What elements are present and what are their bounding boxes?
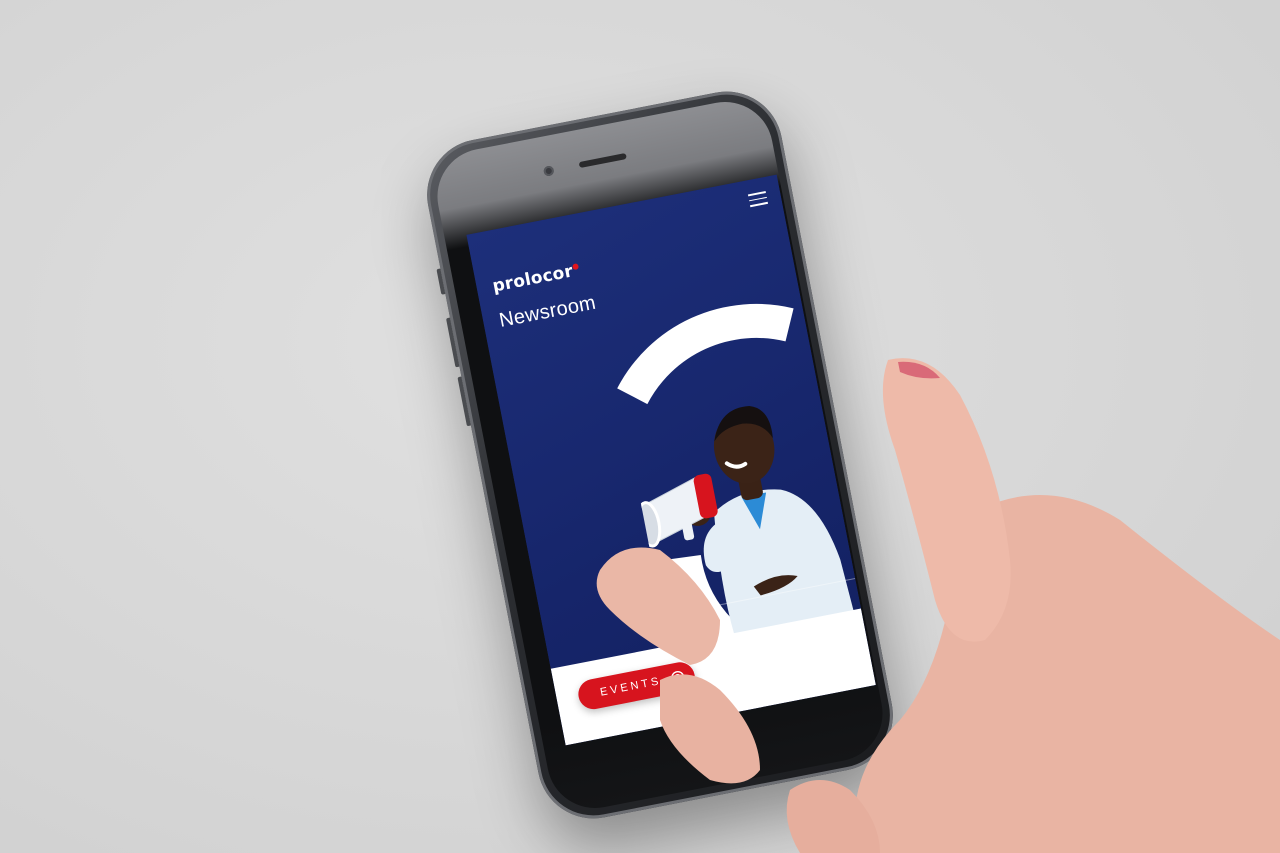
smartphone: prolocor Newsroom EVENTS [417,81,903,829]
volume-down-button [457,376,471,427]
mute-switch [436,268,446,295]
phone-front-panel: prolocor Newsroom EVENTS [429,93,891,817]
photo-stage: prolocor Newsroom EVENTS [0,0,1280,853]
phone-screen: prolocor Newsroom EVENTS [466,174,876,746]
logo-dot-icon [572,263,580,271]
volume-up-button [445,317,460,368]
events-button-label: EVENTS [599,675,663,699]
home-button[interactable] [686,711,750,775]
front-camera-icon [542,165,555,177]
target-icon [671,670,685,685]
earpiece-speaker [578,152,627,169]
